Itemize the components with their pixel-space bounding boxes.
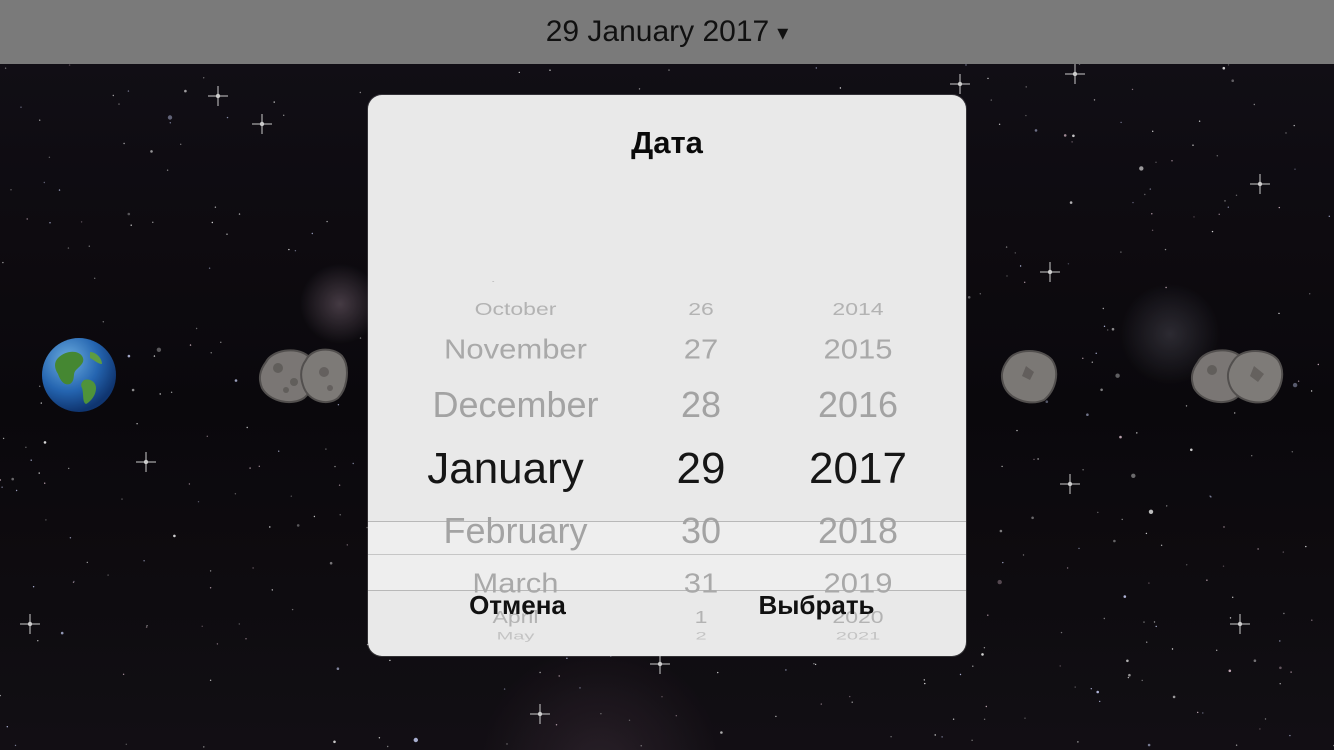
picker-day[interactable]: 29 <box>651 444 751 494</box>
cancel-button[interactable]: Отмена <box>368 555 667 656</box>
date-label[interactable]: 29 January 2017 <box>546 15 770 49</box>
caret-down-icon[interactable]: ▾ <box>777 20 788 46</box>
picker-row[interactable]: November 27 2015 <box>368 333 966 372</box>
picker-day[interactable]: 30 <box>651 510 751 552</box>
picker-month[interactable]: September <box>398 281 633 283</box>
picker-row[interactable]: September 25 2013 <box>368 281 966 288</box>
picker-month[interactable]: February <box>398 510 633 552</box>
picker-day[interactable]: 27 <box>651 333 751 365</box>
picker-month[interactable]: November <box>398 333 633 365</box>
picker-month[interactable]: January <box>388 444 623 494</box>
picker-row[interactable]: October 26 2014 <box>368 299 966 325</box>
picker-day[interactable]: 28 <box>651 384 751 426</box>
picker-year[interactable]: 2013 <box>788 281 928 283</box>
select-button[interactable]: Выбрать <box>667 555 966 656</box>
picker-year[interactable]: 2015 <box>788 333 928 365</box>
picker-row-selected[interactable]: January 29 2017 <box>368 444 966 500</box>
date-picker-dialog: Дата September 25 2013 October 26 2014 Novembe… <box>368 95 966 656</box>
date-header[interactable]: 29 January 2017 ▾ <box>0 0 1334 64</box>
picker-month[interactable]: October <box>398 299 633 319</box>
picker-month[interactable]: December <box>398 384 633 426</box>
picker-day[interactable]: 26 <box>651 299 751 319</box>
picker-year[interactable]: 2018 <box>788 510 928 552</box>
picker-row[interactable]: December 28 2016 <box>368 384 966 432</box>
picker-row[interactable]: February 30 2018 <box>368 510 966 558</box>
picker-year[interactable]: 2016 <box>788 384 928 426</box>
picker-year[interactable]: 2014 <box>788 299 928 319</box>
picker-year[interactable]: 2017 <box>788 444 928 494</box>
dialog-title: Дата <box>631 125 703 160</box>
picker-day[interactable]: 25 <box>651 281 751 283</box>
